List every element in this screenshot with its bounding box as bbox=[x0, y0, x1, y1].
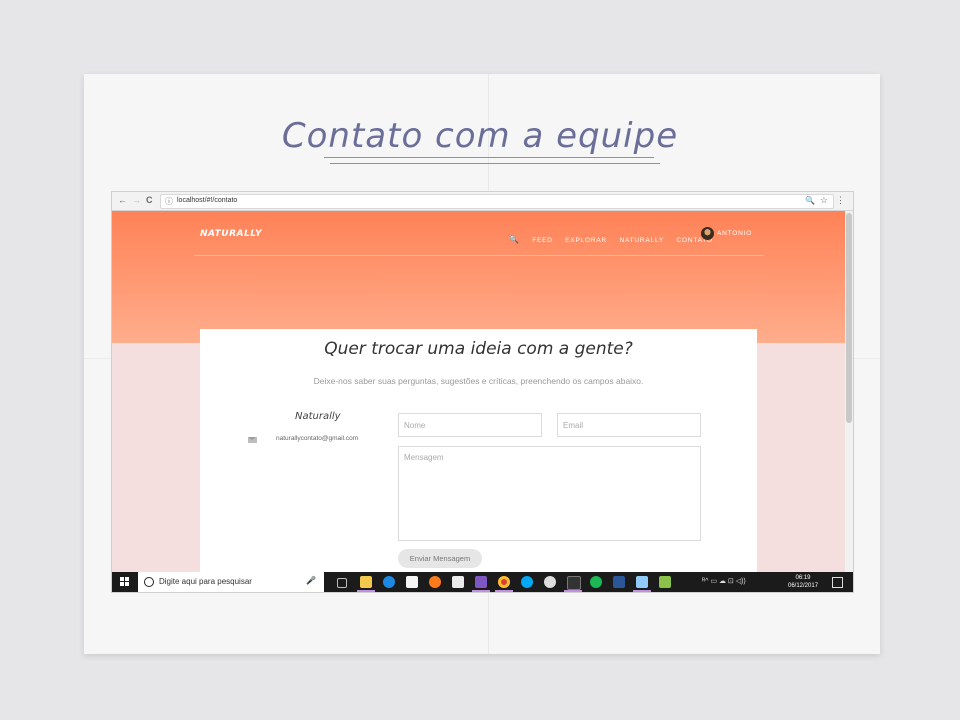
website-viewport: NATURALLY 🔍 FEED EXPLORAR NATURALLY CONT… bbox=[112, 211, 845, 573]
back-arrow-icon[interactable]: ← bbox=[118, 195, 127, 205]
main-nav: 🔍 FEED EXPLORAR NATURALLY CONTATO bbox=[509, 229, 721, 244]
screenshot-frame: ← → C ⓘ localhost/#!/contato 🔍 ☆ ⋮ NATUR… bbox=[112, 192, 853, 592]
contact-card: Quer trocar uma ideia com a gente? Deixe… bbox=[200, 329, 757, 573]
reload-icon[interactable]: C bbox=[146, 195, 153, 205]
address-bar[interactable]: ⓘ localhost/#!/contato 🔍 ☆ bbox=[160, 194, 834, 209]
windows-taskbar: Digite aqui para pesquisar 🎤 ᴿ^ ▭ ☁ ⊡ ◁)… bbox=[112, 572, 853, 592]
nav-item-naturally[interactable]: NATURALLY bbox=[619, 237, 664, 244]
chrome-icon[interactable] bbox=[498, 576, 510, 588]
email-field[interactable] bbox=[557, 413, 701, 437]
cortana-icon[interactable] bbox=[144, 577, 154, 587]
task-view-icon[interactable] bbox=[337, 578, 347, 588]
envelope-icon bbox=[248, 437, 257, 443]
nav-item-feed[interactable]: FEED bbox=[532, 237, 553, 244]
hero-header: NATURALLY 🔍 FEED EXPLORAR NATURALLY CONT… bbox=[112, 211, 845, 343]
zoom-icon[interactable]: 🔍 bbox=[805, 196, 815, 205]
scrollbar-thumb[interactable] bbox=[846, 213, 852, 423]
active-indicator bbox=[633, 590, 651, 592]
site-logo[interactable]: NATURALLY bbox=[200, 229, 262, 239]
android-studio-icon[interactable] bbox=[659, 576, 671, 588]
brand-name: Naturally bbox=[295, 411, 341, 422]
clock-time: 06:19 bbox=[795, 575, 811, 581]
browser-toolbar: ← → C ⓘ localhost/#!/contato 🔍 ☆ ⋮ bbox=[112, 192, 853, 211]
user-name[interactable]: ANTONIO bbox=[717, 230, 752, 237]
message-field[interactable] bbox=[398, 446, 701, 541]
page-scrollbar[interactable] bbox=[845, 211, 853, 573]
taskbar-search[interactable]: Digite aqui para pesquisar 🎤 bbox=[138, 572, 324, 592]
active-indicator bbox=[472, 590, 490, 592]
bookmark-star-icon[interactable]: ☆ bbox=[820, 195, 828, 206]
taskbar-search-placeholder[interactable]: Digite aqui para pesquisar bbox=[159, 577, 252, 586]
file-explorer-icon[interactable] bbox=[360, 576, 372, 588]
taskbar-clock[interactable]: 06:19 06/12/2017 bbox=[788, 574, 818, 590]
search-icon[interactable]: 🔍 bbox=[509, 235, 520, 244]
heading-underline bbox=[324, 157, 654, 158]
spotify-icon[interactable] bbox=[590, 576, 602, 588]
header-divider bbox=[194, 255, 764, 256]
active-indicator bbox=[495, 590, 513, 592]
notification-center-icon[interactable] bbox=[832, 577, 843, 588]
heading-underline bbox=[330, 163, 660, 164]
active-indicator bbox=[564, 590, 582, 592]
microphone-icon[interactable]: 🎤 bbox=[306, 576, 316, 585]
clock-date: 06/12/2017 bbox=[788, 583, 819, 589]
forward-arrow-icon[interactable]: → bbox=[132, 195, 141, 205]
visual-studio-icon[interactable] bbox=[475, 576, 487, 588]
name-field[interactable] bbox=[398, 413, 542, 437]
edge-icon[interactable] bbox=[383, 576, 395, 588]
word-icon[interactable] bbox=[613, 576, 625, 588]
contact-title: Quer trocar uma ideia com a gente? bbox=[324, 339, 633, 359]
firefox-icon[interactable] bbox=[429, 576, 441, 588]
settings-gear-icon[interactable] bbox=[544, 576, 556, 588]
url-text[interactable]: localhost/#!/contato bbox=[177, 197, 237, 204]
terminal-icon[interactable] bbox=[567, 576, 581, 590]
windows-start-icon[interactable] bbox=[120, 577, 130, 587]
store-icon[interactable] bbox=[406, 576, 418, 588]
send-message-button[interactable]: Enviar Mensagem bbox=[398, 549, 482, 568]
mail-icon[interactable] bbox=[452, 576, 464, 588]
nav-item-explorar[interactable]: EXPLORAR bbox=[565, 237, 607, 244]
info-icon[interactable]: ⓘ bbox=[165, 196, 173, 207]
notepad-icon[interactable] bbox=[636, 576, 648, 588]
avatar[interactable] bbox=[701, 227, 714, 240]
browser-menu-icon[interactable]: ⋮ bbox=[836, 195, 845, 206]
active-indicator bbox=[357, 590, 375, 592]
contact-subtitle: Deixe-nos saber suas perguntas, sugestõe… bbox=[313, 376, 644, 386]
page-heading: Contato com a equipe bbox=[281, 116, 679, 156]
system-tray[interactable]: ᴿ^ ▭ ☁ ⊡ ◁)) bbox=[702, 577, 746, 585]
contact-email: naturallycontato@gmail.com bbox=[276, 435, 359, 442]
skype-icon[interactable] bbox=[521, 576, 533, 588]
